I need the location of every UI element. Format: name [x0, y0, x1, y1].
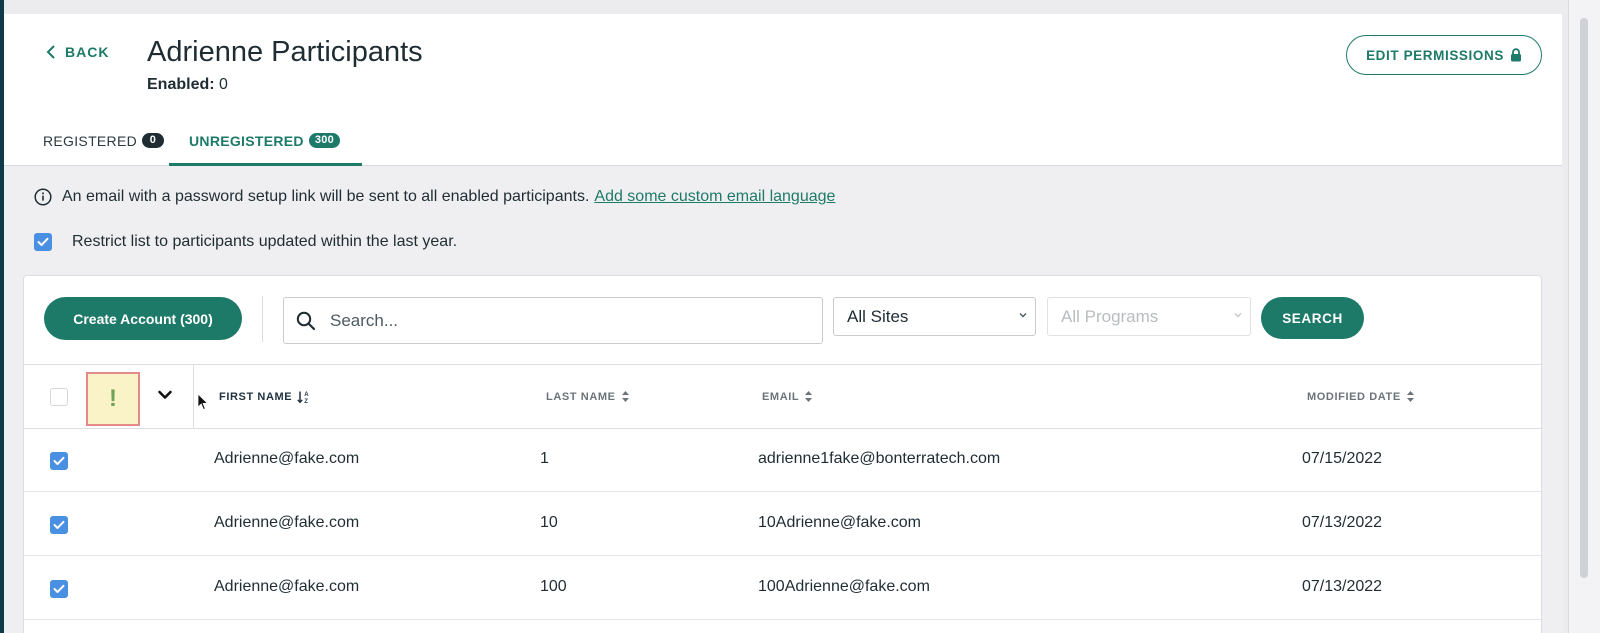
cell-first-name: Adrienne@fake.com	[214, 450, 360, 467]
select-all-checkbox[interactable]	[50, 388, 68, 406]
last-name-header-label: LAST NAME	[546, 390, 616, 403]
first-name-header-label: FIRST NAME	[219, 391, 293, 403]
custom-email-language-link[interactable]: Add some custom email language	[594, 188, 835, 206]
page-title: Adrienne Participants	[147, 36, 423, 68]
scrollbar-thumb[interactable]	[1573, 18, 1595, 578]
scrollbar-track[interactable]	[1568, 0, 1600, 633]
participants-page: BACK Adrienne Participants Enabled: 0 ED…	[4, 14, 1562, 633]
search-button[interactable]: SEARCH	[1261, 297, 1364, 339]
table-row[interactable]: Adrienne@fake.com 100 100Adrienne@fake.c…	[24, 557, 1541, 620]
cell-first-name: Adrienne@fake.com	[214, 578, 360, 595]
sort-icon	[621, 391, 629, 402]
programs-select[interactable]: All Programs	[1047, 297, 1251, 336]
tab-registered-count: 0	[142, 133, 165, 148]
checkmark-icon	[53, 520, 65, 529]
enabled-value: 0	[219, 76, 228, 93]
table-row[interactable]: Adrienne@fake.com 10 10Adrienne@fake.com…	[24, 493, 1541, 556]
checkmark-icon	[53, 584, 65, 593]
email-header-label: EMAIL	[762, 390, 800, 403]
cell-modified-date: 07/15/2022	[1302, 450, 1383, 467]
column-header-last-name[interactable]: LAST NAME	[546, 390, 630, 403]
programs-select-value: All Programs	[1061, 306, 1159, 326]
edit-permissions-button[interactable]: EDIT PERMISSIONS	[1346, 35, 1542, 75]
sites-select-value: All Sites	[847, 306, 909, 326]
alert-column-toggle[interactable]: !	[86, 372, 140, 426]
tab-registered[interactable]: REGISTERED 0	[43, 122, 165, 166]
lock-icon	[1510, 48, 1521, 62]
info-text: An email with a password setup link will…	[62, 188, 590, 205]
enabled-count: Enabled: 0	[147, 76, 228, 94]
cell-modified-date: 07/13/2022	[1302, 578, 1383, 595]
create-account-button[interactable]: Create Account (300)	[44, 297, 242, 340]
cell-email: 10Adrienne@fake.com	[758, 514, 921, 531]
sort-alpha-icon: A Z	[297, 391, 309, 404]
restrict-filter: Restrict list to participants updated wi…	[34, 233, 457, 251]
toolbar-divider	[262, 296, 263, 342]
participants-table-card: Create Account (300) All Sites All Progr…	[23, 275, 1542, 633]
table-header: ! FIRST NAME A Z LAST NAME EMAIL MODIFIE…	[24, 364, 1541, 430]
cell-last-name: 100	[540, 578, 567, 595]
cell-last-name: 1	[540, 450, 549, 467]
cell-email: 100Adrienne@fake.com	[758, 578, 930, 595]
row-checkbox[interactable]	[50, 580, 68, 598]
restrict-label: Restrict list to participants updated wi…	[72, 233, 458, 250]
checkmark-icon	[37, 237, 49, 246]
tab-unregistered-label: UNREGISTERED	[189, 133, 304, 149]
back-label: BACK	[65, 44, 110, 60]
column-header-modified-date[interactable]: MODIFIED DATE	[1307, 390, 1415, 403]
enabled-label: Enabled:	[147, 76, 215, 93]
table-row[interactable]: Adrienne@fake.com 1 adrienne1fake@bonter…	[24, 429, 1541, 492]
cell-last-name: 10	[540, 514, 558, 531]
search-input[interactable]	[330, 310, 800, 331]
sort-icon	[1406, 391, 1414, 402]
mouse-cursor-icon	[197, 393, 209, 411]
participant-tabs: REGISTERED 0 UNREGISTERED 300	[4, 122, 362, 166]
row-checkbox[interactable]	[50, 516, 68, 534]
chevron-down-icon	[1234, 313, 1242, 318]
column-divider	[193, 365, 194, 430]
alert-icon: !	[109, 385, 117, 412]
cell-modified-date: 07/13/2022	[1302, 514, 1383, 531]
sites-select[interactable]: All Sites	[833, 297, 1036, 336]
row-checkbox[interactable]	[50, 452, 68, 470]
chevron-down-icon[interactable]	[157, 389, 173, 401]
tab-unregistered-count: 300	[308, 133, 341, 148]
tab-registered-label: REGISTERED	[43, 133, 138, 149]
chevron-down-icon	[1019, 313, 1027, 318]
page-header: BACK Adrienne Participants Enabled: 0 ED…	[4, 14, 1562, 166]
column-header-first-name[interactable]: FIRST NAME A Z	[219, 390, 311, 404]
sort-icon	[805, 391, 813, 402]
cell-email: adrienne1fake@bonterratech.com	[758, 450, 1001, 467]
info-icon	[34, 188, 52, 206]
checkmark-icon	[53, 456, 65, 465]
svg-text:A: A	[304, 392, 309, 398]
cell-first-name: Adrienne@fake.com	[214, 514, 360, 531]
chevron-left-icon	[46, 45, 55, 59]
search-field[interactable]	[283, 297, 823, 344]
restrict-checkbox[interactable]	[34, 233, 52, 251]
svg-text:Z: Z	[304, 399, 308, 404]
tab-unregistered[interactable]: UNREGISTERED 300	[169, 122, 362, 166]
email-info-notice: An email with a password setup link will…	[34, 188, 835, 206]
modified-date-header-label: MODIFIED DATE	[1307, 390, 1401, 403]
back-link[interactable]: BACK	[46, 44, 109, 60]
edit-permissions-label: EDIT PERMISSIONS	[1366, 47, 1504, 63]
search-icon	[296, 311, 316, 330]
column-header-email[interactable]: EMAIL	[762, 390, 813, 403]
